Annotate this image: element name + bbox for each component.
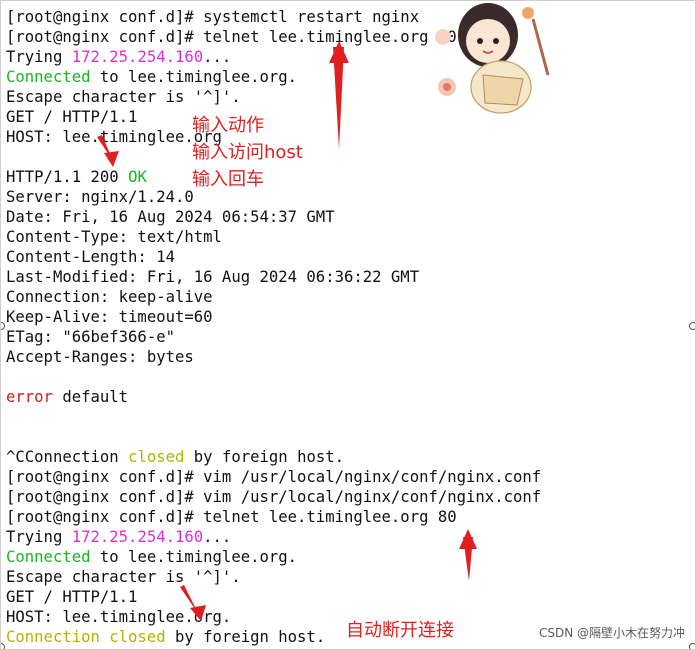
resize-handle-right[interactable] bbox=[689, 322, 695, 330]
resize-handle-bottom-right[interactable] bbox=[689, 643, 695, 649]
annotation-input-action: 输入动作 bbox=[192, 115, 264, 136]
terminal-window[interactable]: [root@nginx conf.d]# systemctl restart n… bbox=[0, 0, 696, 650]
annotation-input-enter: 输入回车 bbox=[192, 169, 264, 190]
annotation-auto-close: 自动断开连接 bbox=[346, 620, 454, 641]
annotation-input-host: 输入访问host bbox=[192, 142, 303, 163]
resize-handle-bottom-left[interactable] bbox=[1, 643, 5, 649]
annotation-arrows bbox=[97, 41, 477, 621]
csdn-watermark: CSDN @隔壁小木在努力冲 bbox=[538, 626, 685, 640]
